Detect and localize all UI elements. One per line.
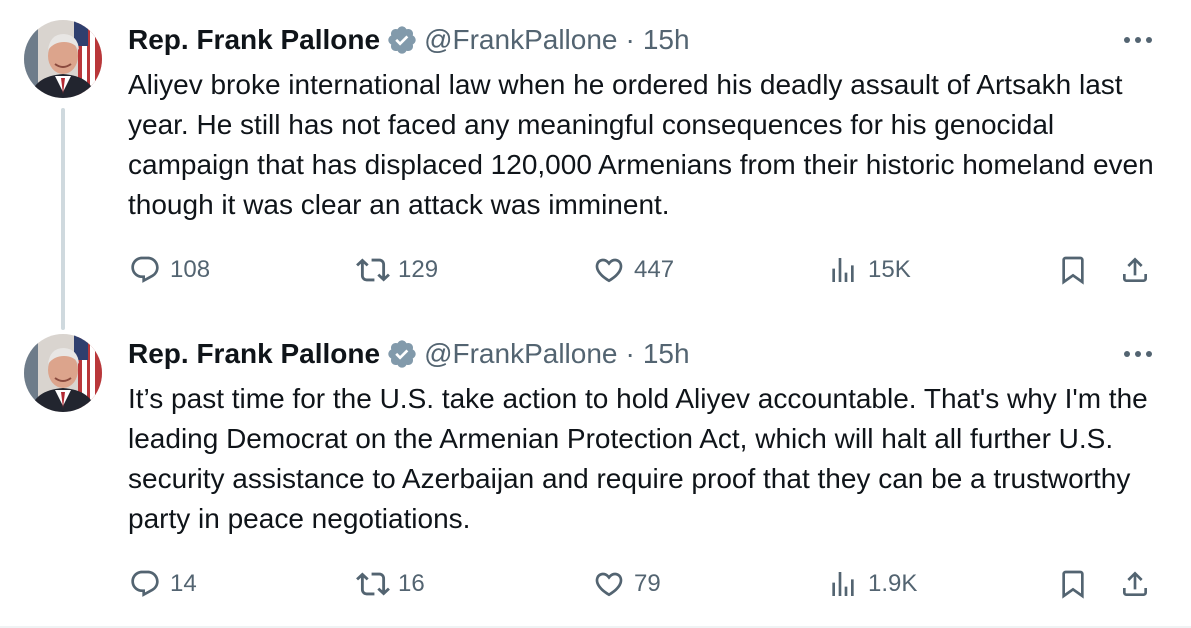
retweet-button[interactable]: 16	[356, 562, 425, 606]
bookmark-icon	[1056, 567, 1090, 601]
reply-icon	[128, 253, 162, 287]
views-button[interactable]: 15K	[826, 248, 911, 292]
bookmark-button[interactable]	[1056, 562, 1090, 606]
like-count: 447	[634, 256, 675, 283]
like-icon	[592, 253, 626, 287]
views-icon	[826, 253, 860, 287]
verified-badge-icon[interactable]	[386, 338, 418, 370]
views-icon	[826, 567, 860, 601]
bookmark-button[interactable]	[1056, 248, 1090, 292]
tweet[interactable]: Rep. Frank Pallone @FrankPallone · 15h A…	[0, 0, 1191, 314]
separator-dot: ·	[625, 338, 635, 369]
reply-count: 108	[170, 256, 211, 283]
action-bar: 14 16 79 1.9K	[128, 562, 1168, 606]
more-icon[interactable]	[1118, 342, 1158, 366]
tweet-header: Rep. Frank Pallone @FrankPallone · 15h	[128, 336, 690, 372]
bookmark-icon	[1056, 253, 1090, 287]
reply-button[interactable]: 108	[128, 248, 210, 292]
timestamp[interactable]: 15h	[643, 24, 690, 56]
like-count: 79	[634, 570, 661, 597]
like-icon	[592, 567, 626, 601]
share-button[interactable]	[1118, 248, 1152, 292]
reply-button[interactable]: 14	[128, 562, 197, 606]
views-count: 15K	[868, 256, 911, 283]
share-icon	[1118, 567, 1152, 601]
more-icon[interactable]	[1118, 28, 1158, 52]
retweet-count: 129	[398, 256, 439, 283]
verified-badge-icon[interactable]	[386, 24, 418, 56]
retweet-count: 16	[398, 570, 425, 597]
author-name[interactable]: Rep. Frank Pallone	[128, 338, 380, 370]
tweet[interactable]: Rep. Frank Pallone @FrankPallone · 15h I…	[0, 314, 1191, 626]
avatar[interactable]	[24, 334, 102, 412]
views-button[interactable]: 1.9K	[826, 562, 917, 606]
author-handle[interactable]: @FrankPallone	[424, 24, 617, 56]
separator-dot: ·	[625, 24, 635, 55]
author-name[interactable]: Rep. Frank Pallone	[128, 24, 380, 56]
retweet-icon	[356, 567, 390, 601]
tweet-header: Rep. Frank Pallone @FrankPallone · 15h	[128, 22, 690, 58]
share-icon	[1118, 253, 1152, 287]
reply-icon	[128, 567, 162, 601]
action-bar: 108 129 447 15K	[128, 248, 1168, 292]
retweet-icon	[356, 253, 390, 287]
reply-count: 14	[170, 570, 197, 597]
author-handle[interactable]: @FrankPallone	[424, 338, 617, 370]
tweet-text: It’s past time for the U.S. take action …	[128, 383, 1148, 534]
tweet-text: Aliyev broke international law when he o…	[128, 69, 1154, 220]
like-button[interactable]: 447	[592, 248, 674, 292]
like-button[interactable]: 79	[592, 562, 661, 606]
views-count: 1.9K	[868, 570, 918, 597]
avatar[interactable]	[24, 20, 102, 98]
retweet-button[interactable]: 129	[356, 248, 438, 292]
timestamp[interactable]: 15h	[643, 338, 690, 370]
share-button[interactable]	[1118, 562, 1152, 606]
